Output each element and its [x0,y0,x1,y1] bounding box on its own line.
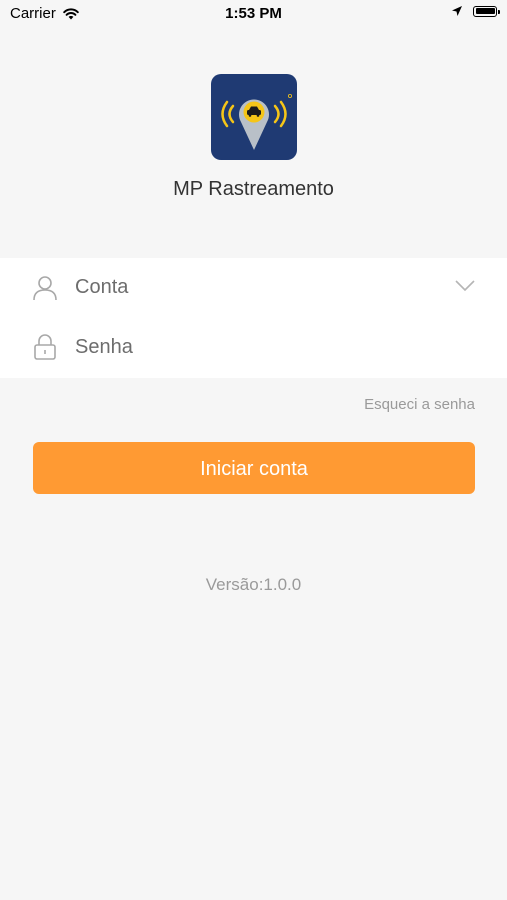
chevron-down-icon[interactable] [455,280,475,292]
version-label: Versão:1.0.0 [205,575,302,594]
car-location-pin-icon [221,93,293,150]
login-button[interactable]: Iniciar conta [33,442,475,494]
login-form: Conta Senha [0,258,507,378]
clock: 1:53 PM [225,5,282,22]
forgot-password-link[interactable]: Esqueci a senha [364,396,475,413]
user-icon [33,276,57,301]
password-field[interactable]: Senha [0,318,507,378]
status-bar: Carrier 1:53 PM [0,0,507,28]
app-name: MP Rastreamento [173,178,334,200]
location-arrow-icon [452,6,462,16]
lock-icon [34,334,56,360]
status-icons [451,5,500,17]
password-input[interactable]: Senha [75,336,133,359]
account-field[interactable]: Conta [0,258,507,318]
app-logo [211,74,297,160]
account-input[interactable]: Conta [75,276,128,299]
battery-icon [473,5,500,17]
